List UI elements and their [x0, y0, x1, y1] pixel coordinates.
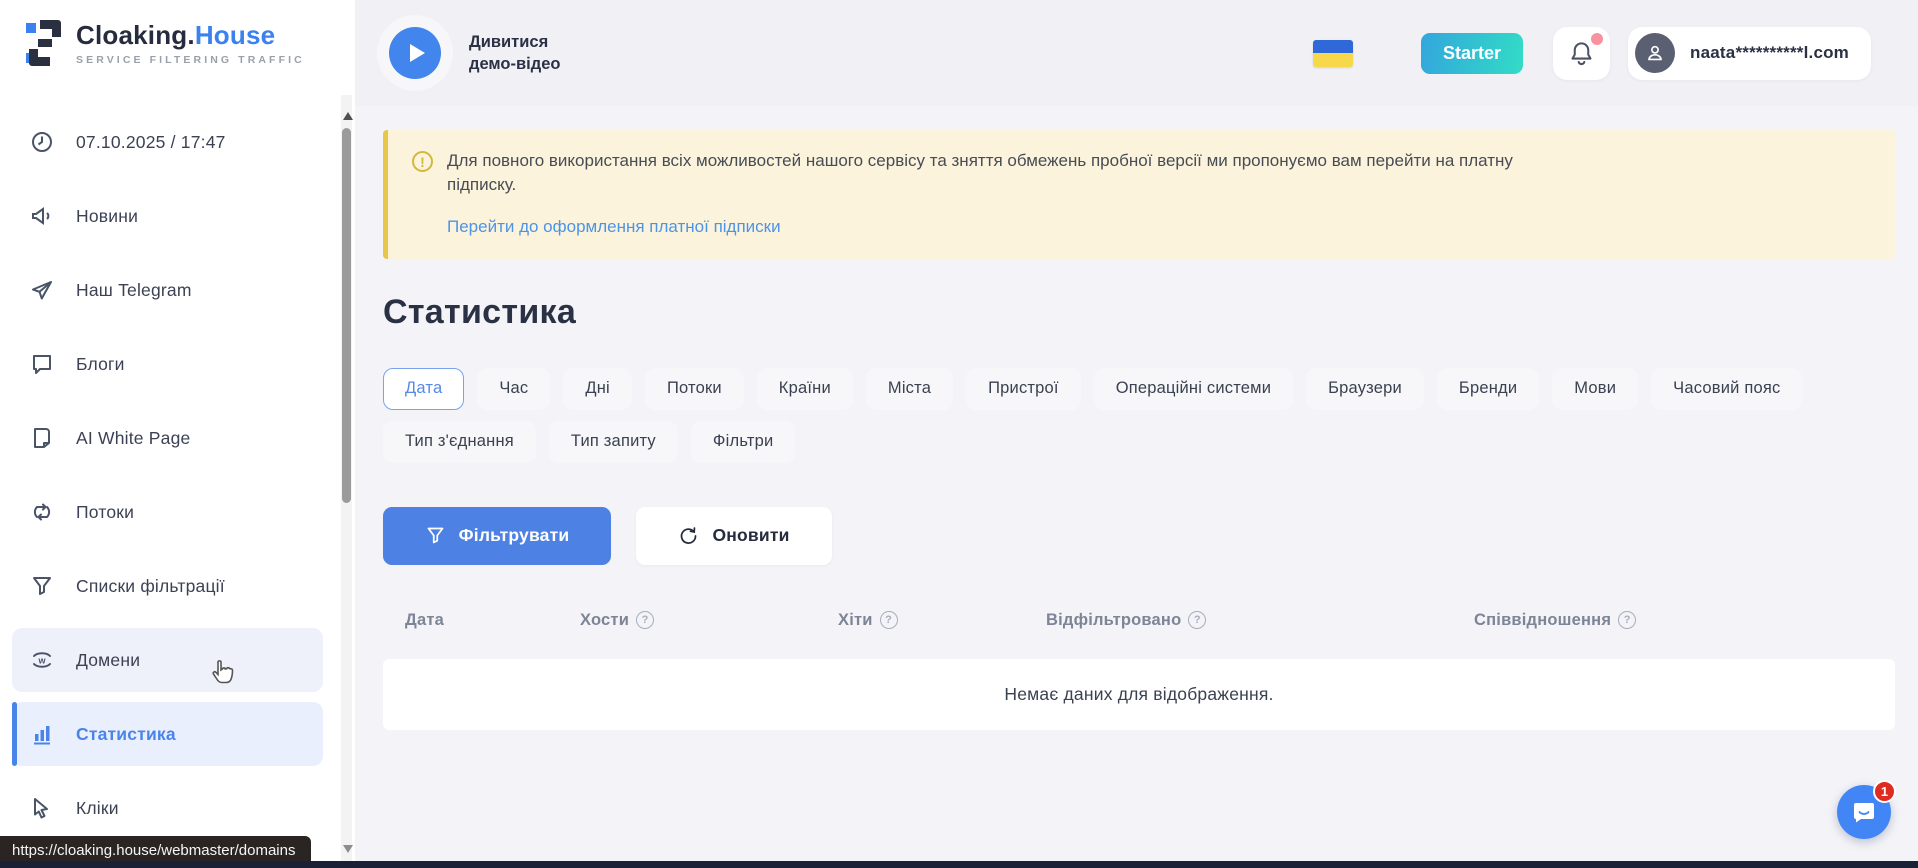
col-hits: Хіти [838, 611, 898, 630]
demo-video-label[interactable]: Дивитися демо-відео [469, 31, 560, 76]
help-icon[interactable] [1188, 611, 1206, 629]
chip-days[interactable]: Дні [563, 368, 632, 410]
stats-filter-chips-row2: Тип з'єднання Тип запиту Фільтри [383, 421, 1895, 463]
language-flag-ukraine[interactable] [1313, 40, 1353, 67]
topbar: Дивитися демо-відео Starter naata*******… [355, 0, 1918, 106]
play-demo-button[interactable] [389, 27, 441, 79]
chat-widget-button[interactable]: 1 [1837, 785, 1891, 839]
upgrade-subscription-link[interactable]: Перейти до оформлення платної підписки [447, 217, 781, 237]
filter-button[interactable]: Фільтрувати [383, 507, 611, 565]
col-date: Дата [405, 611, 444, 630]
brand-name: Cloaking.House [76, 20, 305, 51]
account-email: naata**********l.com [1690, 43, 1849, 63]
brand-logo-icon [26, 20, 64, 66]
col-filtered: Відфільтровано [1046, 611, 1206, 630]
account-menu[interactable]: naata**********l.com [1628, 27, 1871, 80]
chip-cities[interactable]: Міста [866, 368, 953, 410]
loop-icon [30, 500, 54, 524]
person-icon [1644, 42, 1666, 64]
help-icon[interactable] [1618, 611, 1636, 629]
avatar [1635, 33, 1675, 73]
sidebar-item-blogs[interactable]: Блоги [12, 332, 323, 396]
sidebar-item-ai-white-page[interactable]: AI White Page [12, 406, 323, 470]
col-hosts: Хости [580, 611, 654, 630]
sidebar-item-news[interactable]: Новини [12, 184, 323, 248]
sidebar-scrollbar-thumb[interactable] [342, 128, 351, 503]
domain-icon: w [30, 648, 54, 672]
chip-countries[interactable]: Країни [757, 368, 853, 410]
main-content: ! Для повного використання всіх можливос… [355, 106, 1918, 861]
chip-devices[interactable]: Пристрої [966, 368, 1081, 410]
empty-state-text: Немає даних для відображення. [1004, 684, 1273, 705]
chip-filters[interactable]: Фільтри [691, 421, 796, 463]
sidebar-item-filter-lists[interactable]: Списки фільтрації [12, 554, 323, 618]
notifications-button[interactable] [1553, 27, 1610, 80]
funnel-icon [30, 574, 54, 598]
sidebar-item-clicks[interactable]: Кліки [12, 776, 323, 840]
chip-time[interactable]: Час [477, 368, 550, 410]
window-bottom-edge [0, 861, 1918, 868]
bar-chart-icon [30, 722, 54, 746]
sidebar-item-domains[interactable]: w Домени [12, 628, 323, 692]
refresh-icon [678, 525, 699, 546]
chip-timezone[interactable]: Часовий пояс [1651, 368, 1802, 410]
brand-tagline: SERVICE FILTERING TRAFFIC [76, 54, 305, 66]
scrollbar-up-arrow[interactable] [343, 112, 353, 120]
svg-text:w: w [37, 656, 46, 666]
scrollbar-down-arrow[interactable] [343, 845, 353, 853]
chip-languages[interactable]: Мови [1552, 368, 1638, 410]
banner-text: Для повного використання всіх можливосте… [447, 149, 1513, 197]
brand-logo[interactable]: Cloaking.House SERVICE FILTERING TRAFFIC [26, 20, 305, 66]
telegram-icon [30, 278, 54, 302]
notification-dot [1591, 33, 1603, 45]
chat-bubble-icon [30, 352, 54, 376]
clock-icon [30, 130, 54, 154]
sidebar-datetime: 07.10.2025 / 17:47 [12, 110, 323, 174]
chip-connection-type[interactable]: Тип з'єднання [383, 421, 536, 463]
refresh-button[interactable]: Оновити [636, 507, 832, 565]
chip-streams[interactable]: Потоки [645, 368, 744, 410]
sidebar: Cloaking.House SERVICE FILTERING TRAFFIC… [0, 0, 355, 868]
megaphone-icon [30, 204, 54, 228]
play-icon [410, 44, 425, 62]
chip-date[interactable]: Дата [383, 368, 464, 410]
chip-request-type[interactable]: Тип запиту [549, 421, 678, 463]
empty-state-row: Немає даних для відображення. [383, 659, 1895, 730]
sidebar-item-telegram[interactable]: Наш Telegram [12, 258, 323, 322]
help-icon[interactable] [880, 611, 898, 629]
chip-browsers[interactable]: Браузери [1306, 368, 1424, 410]
page-title: Статистика [383, 293, 1895, 332]
stats-table-header: Дата Хости Хіти Відфільтровано Співвідно… [383, 611, 1895, 647]
warning-icon: ! [412, 151, 433, 172]
sidebar-item-streams[interactable]: Потоки [12, 480, 323, 544]
chip-brands[interactable]: Бренди [1437, 368, 1539, 410]
help-icon[interactable] [636, 611, 654, 629]
plan-starter-button[interactable]: Starter [1421, 33, 1523, 74]
page-icon [30, 426, 54, 450]
chat-unread-badge: 1 [1873, 780, 1896, 803]
bell-icon [1568, 40, 1595, 67]
sidebar-item-statistics[interactable]: Статистика [12, 702, 323, 766]
sidebar-nav: 07.10.2025 / 17:47 Новини Наш Telegram Б… [0, 110, 343, 850]
trial-warning-banner: ! Для повного використання всіх можливос… [383, 130, 1895, 259]
chat-smile-icon [1850, 798, 1878, 826]
funnel-icon [425, 525, 446, 546]
stats-filter-chips-row1: Дата Час Дні Потоки Країни Міста Пристро… [383, 368, 1895, 410]
actions-row: Фільтрувати Оновити [383, 507, 1895, 565]
cursor-icon [30, 796, 54, 820]
chip-operating-systems[interactable]: Операційні системи [1094, 368, 1293, 410]
col-ratio: Співвідношення [1474, 611, 1636, 630]
